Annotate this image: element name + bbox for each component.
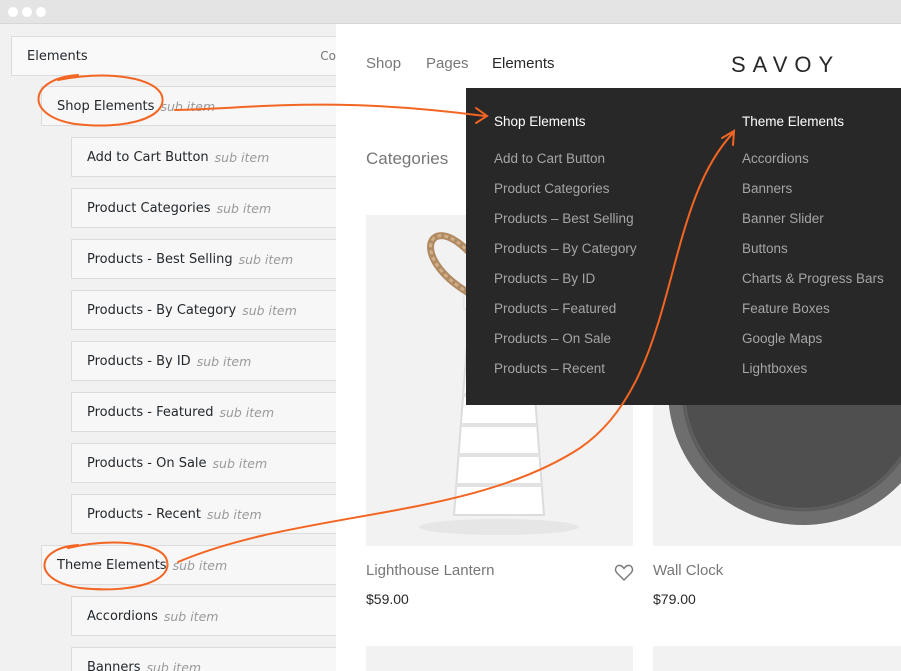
menu-item-banners[interactable]: Banners sub item	[71, 647, 336, 671]
menu-item-sub-label: sub item	[160, 98, 216, 114]
menu-item-label: Products - On Sale	[87, 455, 207, 471]
dropdown-theme-elements-title[interactable]: Theme Elements	[742, 114, 844, 129]
menu-item-sub-label: sub item	[146, 659, 202, 671]
dropdown-shop-elements-title[interactable]: Shop Elements	[494, 114, 586, 129]
menu-item-by-id[interactable]: Products - By ID sub item	[71, 341, 336, 381]
elements-dropdown-menu: Shop Elements Add to Cart Button Product…	[466, 88, 901, 405]
menu-item-product-categories[interactable]: Product Categories sub item	[71, 188, 336, 228]
menu-item-label: Products - By Category	[87, 302, 237, 318]
menu-item-label: Products - By ID	[87, 353, 191, 369]
menu-item-label: Theme Elements	[57, 557, 167, 573]
window-dot-icon	[36, 7, 46, 17]
product-name[interactable]: Lighthouse Lantern	[366, 562, 494, 579]
menu-item-label: Accordions	[87, 608, 158, 624]
menu-item-best-selling[interactable]: Products - Best Selling sub item	[71, 239, 336, 279]
menu-item-sub-label: sub item	[242, 302, 297, 318]
menu-item-featured[interactable]: Products - Featured sub item	[71, 392, 336, 432]
menu-item-by-category[interactable]: Products - By Category sub item	[71, 290, 336, 330]
nav-elements-link[interactable]: Elements	[492, 55, 555, 72]
menu-item-label: Products - Recent	[87, 506, 202, 522]
dropdown-item[interactable]: Feature Boxes	[742, 301, 830, 316]
menu-item-on-sale[interactable]: Products - On Sale sub item	[71, 443, 336, 483]
product-price: $79.00	[653, 591, 696, 607]
menu-item-sub-label: sub item	[219, 404, 275, 420]
heart-icon[interactable]	[614, 564, 634, 582]
menu-item-label: Banners	[87, 659, 141, 671]
menu-item-sub-label: sub item	[163, 608, 219, 624]
menu-item-sub-label: sub item	[207, 506, 262, 522]
menu-item-type-label: Co	[320, 49, 336, 63]
menu-item-sub-label: sub item	[212, 455, 268, 471]
product-image[interactable]	[366, 646, 633, 671]
menu-item-elements[interactable]: Elements Co	[11, 36, 336, 76]
site-logo[interactable]: SAVOY	[731, 52, 840, 78]
menu-item-theme-elements[interactable]: Theme Elements sub item	[41, 545, 336, 585]
product-name[interactable]: Wall Clock	[653, 562, 723, 579]
dropdown-item[interactable]: Buttons	[742, 241, 788, 256]
dropdown-item[interactable]: Charts & Progress Bars	[742, 271, 884, 286]
dropdown-item[interactable]: Products – On Sale	[494, 331, 611, 346]
menu-item-sub-label: sub item	[216, 200, 272, 216]
dropdown-item[interactable]: Products – By ID	[494, 271, 595, 286]
menu-structure-panel: Elements Co Shop Elements sub item Add t…	[0, 24, 336, 671]
dropdown-item[interactable]: Products – Featured	[494, 301, 616, 316]
window-titlebar	[0, 0, 901, 24]
dropdown-item[interactable]: Banner Slider	[742, 211, 824, 226]
dropdown-item[interactable]: Products – Best Selling	[494, 211, 634, 226]
product-price: $59.00	[366, 591, 409, 607]
dropdown-item[interactable]: Lightboxes	[742, 361, 807, 376]
categories-heading[interactable]: Categories	[366, 149, 448, 169]
menu-item-label: Products - Featured	[87, 404, 214, 420]
window-dot-icon	[8, 7, 18, 17]
menu-item-sub-label: sub item	[214, 149, 270, 165]
dropdown-item[interactable]: Product Categories	[494, 181, 610, 196]
product-image[interactable]	[653, 646, 901, 671]
nav-pages-link[interactable]: Pages	[426, 55, 469, 72]
menu-item-sub-label: sub item	[238, 251, 294, 267]
menu-item-sub-label: sub item	[196, 353, 252, 369]
menu-item-shop-elements[interactable]: Shop Elements sub item	[41, 86, 336, 126]
menu-item-label: Product Categories	[87, 200, 211, 216]
window-dot-icon	[22, 7, 32, 17]
menu-item-label: Elements	[27, 48, 88, 64]
dropdown-item[interactable]: Products – By Category	[494, 241, 637, 256]
dropdown-item[interactable]: Banners	[742, 181, 792, 196]
nav-shop-link[interactable]: Shop	[366, 55, 401, 72]
menu-item-sub-label: sub item	[172, 557, 228, 573]
menu-item-label: Shop Elements	[57, 98, 155, 114]
dropdown-item[interactable]: Products – Recent	[494, 361, 605, 376]
dropdown-item[interactable]: Accordions	[742, 151, 809, 166]
menu-item-label: Add to Cart Button	[87, 149, 209, 165]
dropdown-item[interactable]: Google Maps	[742, 331, 822, 346]
dropdown-item[interactable]: Add to Cart Button	[494, 151, 605, 166]
menu-item-recent[interactable]: Products - Recent sub item	[71, 494, 336, 534]
menu-item-label: Products - Best Selling	[87, 251, 233, 267]
menu-item-add-to-cart[interactable]: Add to Cart Button sub item	[71, 137, 336, 177]
menu-item-accordions[interactable]: Accordions sub item	[71, 596, 336, 636]
